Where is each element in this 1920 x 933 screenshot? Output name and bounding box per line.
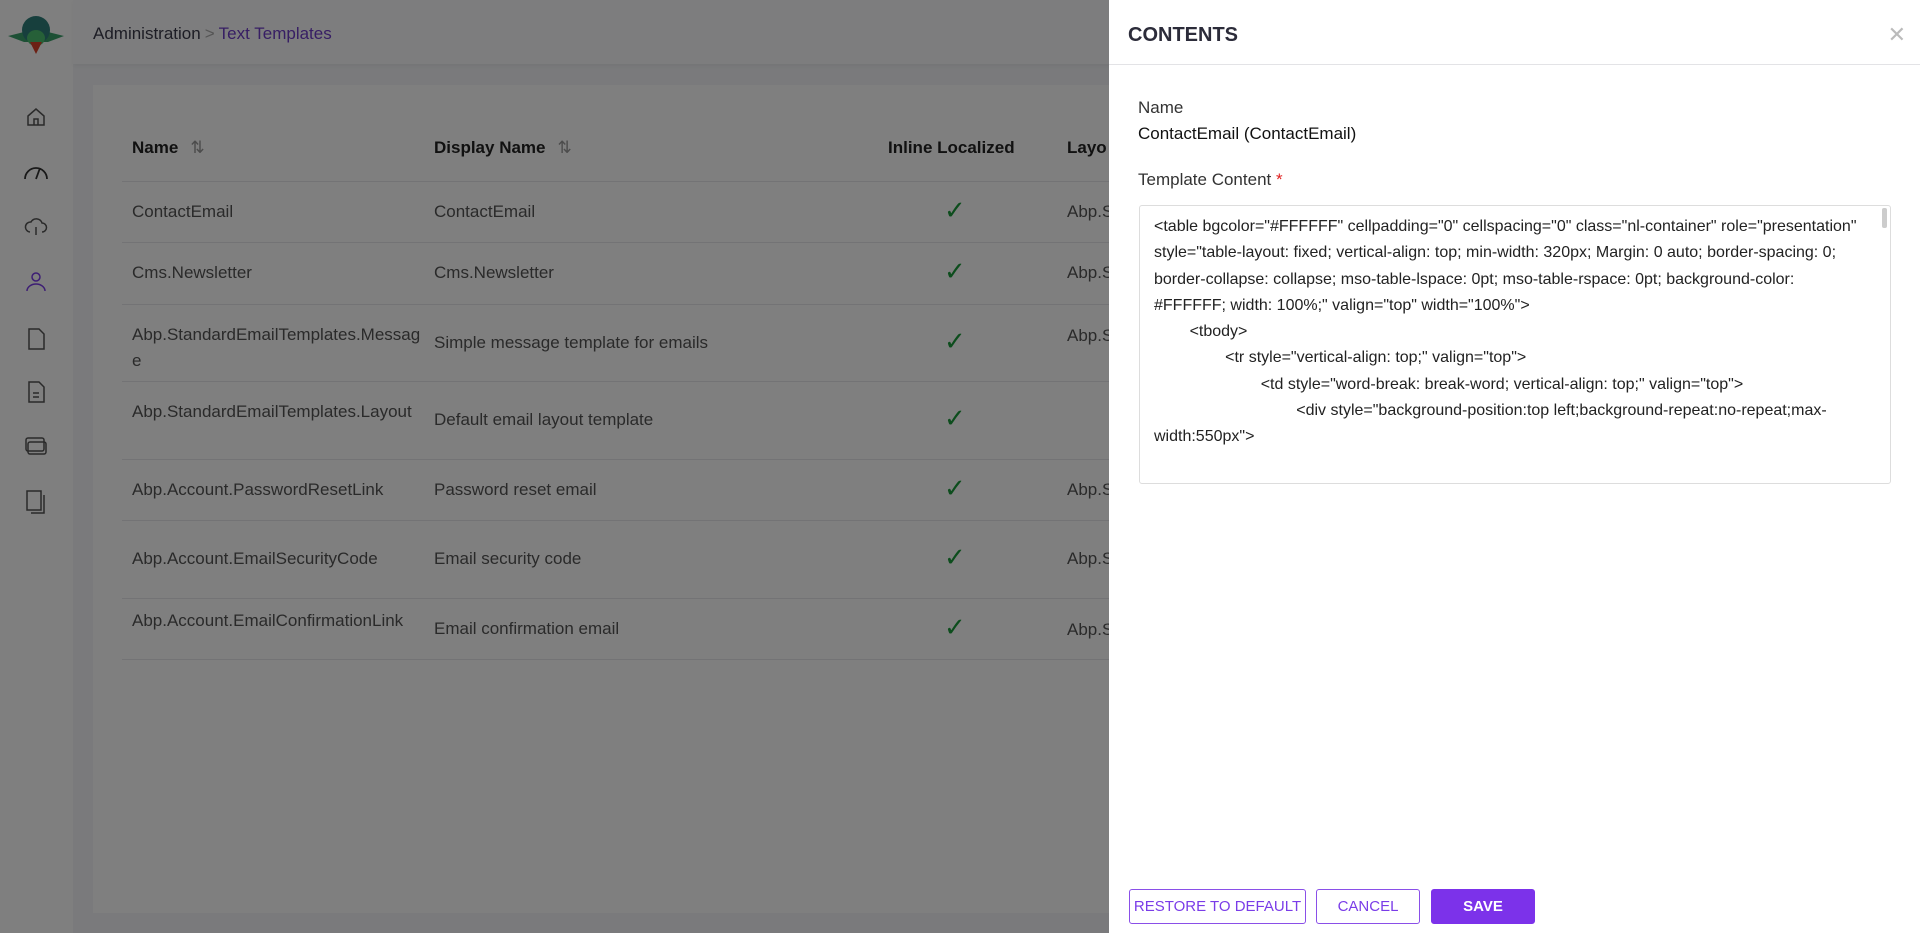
name-value: ContactEmail (ContactEmail) [1138, 124, 1357, 143]
drawer-header: CONTENTS ✕ [1109, 0, 1920, 65]
drawer-title: CONTENTS [1128, 24, 1238, 46]
label-text: Template Content [1138, 170, 1272, 189]
required-mark: * [1275, 170, 1283, 189]
cancel-button[interactable]: CANCEL [1316, 889, 1420, 924]
template-content-textarea[interactable]: <table bgcolor="#FFFFFF" cellpadding="0"… [1139, 205, 1891, 484]
restore-to-default-button[interactable]: RESTORE TO DEFAULT [1129, 889, 1306, 924]
name-label: Name [1138, 98, 1184, 117]
close-icon[interactable]: ✕ [1888, 22, 1906, 48]
template-content-label: Template Content * [1138, 170, 1283, 190]
modal-backdrop[interactable] [0, 0, 1109, 933]
contents-drawer: CONTENTS ✕ Name ContactEmail (ContactEma… [1109, 0, 1920, 933]
textarea-scrollbar[interactable] [1882, 208, 1887, 228]
save-button[interactable]: SAVE [1431, 889, 1535, 924]
